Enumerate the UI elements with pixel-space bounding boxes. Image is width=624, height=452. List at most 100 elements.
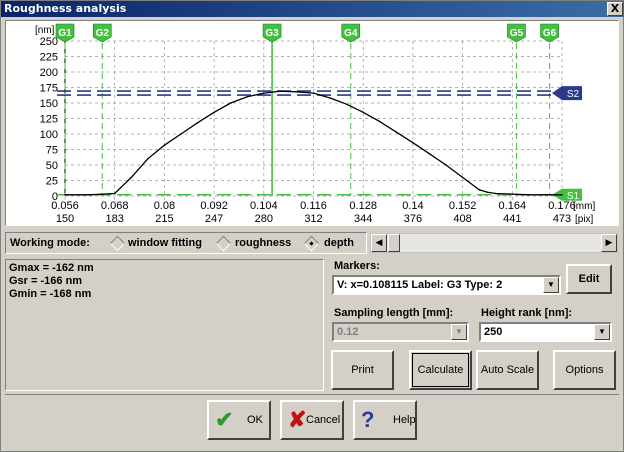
- profile-data-point: [196, 122, 199, 124]
- x-tick-label-pix: 150: [56, 213, 74, 225]
- profile-data-point: [511, 193, 514, 195]
- marker-label-g5: G5: [510, 28, 524, 39]
- profile-data-point: [528, 193, 530, 196]
- ok-label: OK: [247, 414, 263, 426]
- markers-label: Markers:: [334, 260, 380, 272]
- y-tick-label: 150: [40, 98, 58, 110]
- y-tick-label: 25: [46, 176, 58, 188]
- checkmark-icon: ✔: [215, 407, 234, 432]
- profile-data-point: [461, 176, 464, 179]
- x-tick-label-pix: 473: [553, 213, 571, 225]
- x-tick-label-mm: 0.152: [449, 200, 477, 212]
- y-tick-label: 175: [40, 83, 58, 95]
- scroll-thumb[interactable]: [388, 234, 400, 252]
- markers-select-value: V: x=0.108115 Label: G3 Type: 2: [337, 279, 503, 291]
- x-unit-pix: [pix]: [575, 214, 594, 225]
- gmin-value: Gmin = -168 nm: [9, 288, 92, 300]
- x-tick-label-pix: 344: [354, 213, 372, 225]
- x-tick-label-pix: 215: [155, 213, 173, 225]
- option-window-fitting-label: window fitting: [128, 237, 202, 249]
- profile-data-point: [544, 193, 547, 196]
- cancel-button[interactable]: ✘ Cancel: [280, 400, 344, 440]
- x-tick-label-mm: 0.116: [300, 200, 327, 212]
- chevron-down-icon[interactable]: ▼: [594, 324, 610, 340]
- profile-data-point: [312, 92, 315, 94]
- profile-data-point: [428, 153, 431, 155]
- title-bar[interactable]: Roughness analysis X: [1, 1, 624, 17]
- y-unit-label: [nm]: [35, 25, 55, 36]
- radio-depth[interactable]: [303, 235, 320, 252]
- profile-data-point: [362, 111, 365, 114]
- help-button[interactable]: ? Help: [353, 400, 417, 440]
- x-tick-label-pix: 441: [503, 213, 521, 225]
- option-roughness-label: roughness: [235, 237, 292, 249]
- profile-data-point: [229, 102, 232, 104]
- profile-data-point: [412, 141, 414, 144]
- profile-data-point: [329, 97, 331, 99]
- sampling-length-value: 0.12: [337, 326, 359, 338]
- calculate-button[interactable]: Calculate: [409, 350, 472, 390]
- level-label-s2: S2: [567, 89, 580, 100]
- x-tick-label-mm: 0.092: [200, 200, 228, 212]
- x-tick-label-pix: 312: [304, 213, 322, 225]
- print-button[interactable]: Print: [331, 350, 394, 390]
- profile-data-point: [445, 164, 447, 166]
- close-button[interactable]: X: [607, 2, 623, 16]
- gsr-value: Gsr = -166 nm: [9, 275, 83, 287]
- profile-data-point: [345, 103, 348, 106]
- roughness-analysis-window: Roughness analysis X [nm] 250 225 200 175 150…: [0, 0, 624, 452]
- y-tick-label: 50: [46, 160, 58, 172]
- height-rank-select[interactable]: 250 ▼: [479, 322, 612, 342]
- x-tick-label-mm: 0.068: [101, 200, 129, 212]
- auto-scale-button[interactable]: Auto Scale: [476, 350, 539, 390]
- markers-select[interactable]: V: x=0.108115 Label: G3 Type: 2 ▼: [332, 275, 561, 295]
- ok-button[interactable]: ✔ OK: [207, 400, 271, 440]
- x-tick-label-mm: 0.14: [402, 200, 423, 212]
- horizontal-scrollbar[interactable]: ◀ ▶: [370, 233, 618, 253]
- x-tick-label-mm: 0.056: [51, 200, 79, 212]
- profile-data-point: [263, 92, 265, 94]
- marker-label-g3: G3: [265, 28, 279, 39]
- window-title: Roughness analysis: [4, 2, 127, 15]
- sampling-length-select[interactable]: 0.12 ▼: [332, 322, 469, 342]
- radio-window-fitting[interactable]: [109, 235, 126, 252]
- chevron-down-icon[interactable]: ▼: [543, 277, 559, 293]
- scroll-right-icon[interactable]: ▶: [601, 234, 617, 252]
- y-tick-label: 125: [40, 114, 58, 126]
- profile-data-point: [213, 111, 215, 114]
- x-tick-label-pix: 183: [106, 213, 124, 225]
- scroll-left-icon[interactable]: ◀: [371, 234, 387, 252]
- y-tick-label: 250: [40, 36, 58, 48]
- x-tick-label-pix: 376: [404, 213, 422, 225]
- profile-data-point: [163, 144, 166, 146]
- working-mode-bar: Working mode: window fitting roughness d…: [5, 232, 367, 254]
- profile-data-point: [147, 158, 149, 160]
- profile-data-point: [279, 90, 282, 93]
- marker-label-g6: G6: [543, 28, 557, 39]
- chevron-down-icon: ▼: [451, 324, 467, 340]
- profile-data-point: [130, 176, 133, 179]
- profile-data-point: [478, 189, 480, 191]
- x-tick-label-mm: 0.128: [349, 200, 377, 212]
- y-tick-label: 200: [40, 67, 58, 79]
- x-tick-label-pix: 247: [205, 213, 223, 225]
- x-unit-mm: [mm]: [573, 201, 595, 212]
- options-button[interactable]: Options: [553, 350, 616, 390]
- sampling-length-label: Sampling length [mm]:: [334, 307, 454, 319]
- x-tick-label-pix: 280: [255, 213, 273, 225]
- profile-data-point: [180, 133, 182, 135]
- height-rank-value: 250: [484, 326, 503, 338]
- roughness-chart[interactable]: [nm] 250 225 200 175 150 125 100 75 50 25 0 0.056 150…: [5, 20, 619, 226]
- x-tick-label-mm: 0.104: [250, 200, 278, 212]
- radio-roughness[interactable]: [215, 235, 232, 252]
- y-tick-label: 75: [46, 145, 58, 157]
- question-mark-icon: ?: [361, 407, 375, 432]
- marker-label-g4: G4: [344, 28, 358, 39]
- edit-button[interactable]: Edit: [566, 264, 612, 294]
- profile-data-point: [486, 191, 489, 194]
- x-tick-label-mm: 0.164: [499, 200, 527, 212]
- profile-data-point: [246, 96, 249, 98]
- x-tick-label-pix: 408: [453, 213, 471, 225]
- profile-data-point: [113, 192, 116, 195]
- marker-label-g1: G1: [58, 28, 72, 39]
